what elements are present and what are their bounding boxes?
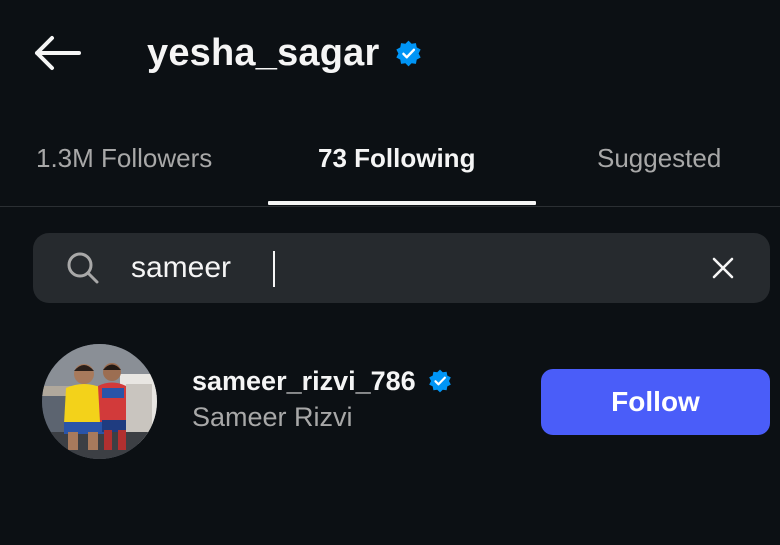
tab-suggested[interactable]: Suggested [597,138,721,178]
search-input[interactable] [131,243,691,293]
list-item[interactable]: sameer_rizvi_786 Sameer Rizvi Follow [0,335,780,465]
tab-following[interactable]: 73 Following [318,138,475,178]
tab-divider [0,206,780,207]
close-icon[interactable] [709,254,737,282]
search-icon [67,252,99,284]
verified-badge-icon [428,369,451,393]
full-name: Sameer Rizvi [192,402,353,432]
active-tab-indicator [268,201,536,205]
verified-badge-icon [396,40,422,66]
text-cursor [273,251,275,287]
avatar-photo [42,344,157,459]
tab-followers[interactable]: 1.3M Followers [36,138,212,178]
arrow-left-icon [35,36,81,70]
page-title: yesha_sagar [147,32,380,74]
follow-button[interactable]: Follow [541,369,770,435]
title-group: yesha_sagar [147,28,422,78]
back-button[interactable] [30,30,84,76]
avatar[interactable] [42,344,157,459]
username[interactable]: sameer_rizvi_786 [192,363,416,399]
search-bar[interactable] [33,233,770,303]
tab-bar: 1.3M Followers 73 Following Suggested [0,120,780,208]
username-group: sameer_rizvi_786 [192,363,452,399]
header: yesha_sagar [0,0,780,110]
